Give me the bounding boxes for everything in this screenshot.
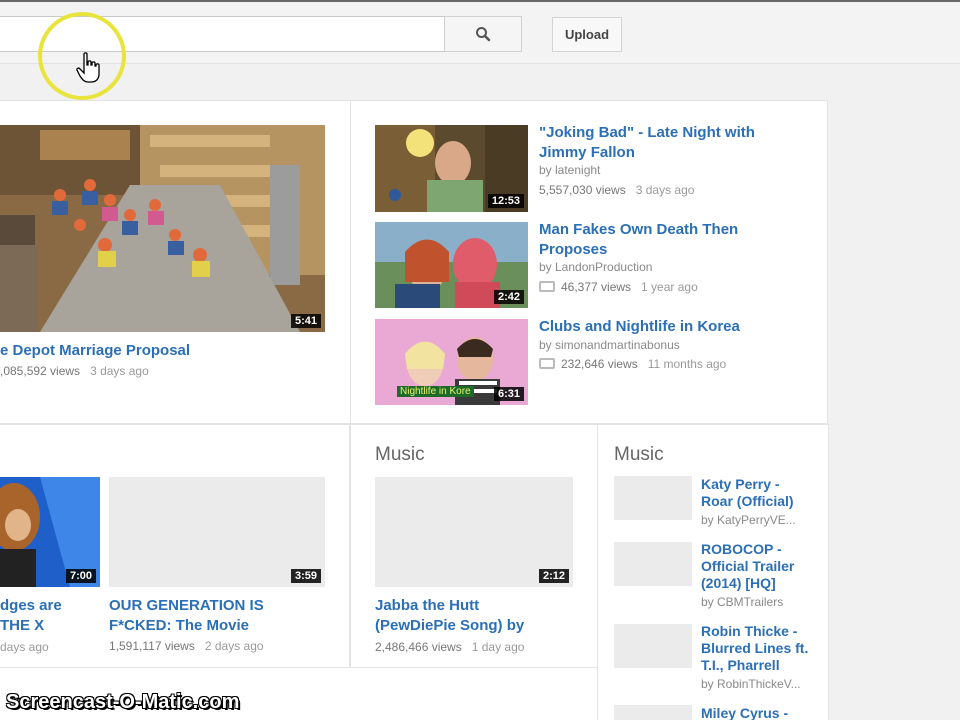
view-count: 1,591,117 views [109,639,195,653]
shelf-thumbnail[interactable]: 3:59 [109,477,325,587]
shelf-thumbnail[interactable]: 7:00 [0,477,100,587]
recommended-divider [350,100,351,424]
search-button[interactable] [444,16,522,52]
upload-age: 3 days ago [635,183,695,197]
upload-age: 1 year ago [641,280,698,294]
recommended-meta: 46,377 views 1 year ago [539,280,698,294]
view-count: 2,486,466 views [375,640,462,654]
title-line: (PewDiePie Song) by [375,617,525,634]
shelf-video-meta: days ago [0,640,49,654]
upload-age: 2 days ago [204,639,264,653]
recommended-title[interactable]: "Joking Bad" - Late Night with Jimmy Fal… [539,123,799,163]
upload-age: 3 days ago [90,364,149,378]
channel-name[interactable]: by CBMTrailers [701,595,783,609]
featured-title[interactable]: e Depot Marriage Proposal [0,341,340,361]
video-overlay-caption: Nightlife in Kore [397,386,474,397]
featured-meta: ,085,592 views 3 days ago [0,364,149,378]
music-video-title[interactable]: Jabba the Hutt (PewDiePie Song) by [375,596,585,636]
view-count: ,085,592 views [0,364,81,378]
recommended-meta: 232,646 views 11 months ago [539,357,726,371]
title-line: F*CKED: The Movie [109,617,250,634]
channel-name[interactable]: by RobinThickeV... [701,677,801,691]
video-duration: 2:12 [538,569,569,583]
title-line: Jabba the Hutt [375,597,480,614]
music-thumbnail[interactable]: 2:12 [375,477,573,587]
recommended-thumbnail[interactable]: 2:42 [375,222,528,308]
view-count: 5,557,030 views [539,183,626,197]
playlist-icon [539,358,555,369]
video-duration: 12:53 [487,194,524,208]
title-line: dges are [0,597,62,614]
recommended-thumbnail[interactable]: Nightlife in Kore 6:31 [375,319,528,405]
upload-button[interactable]: Upload [552,17,622,52]
channel-name[interactable]: by KatyPerryVE... [701,513,796,527]
upload-age: 1 day ago [471,640,525,654]
title-line: THE X [0,617,45,634]
music-list-thumbnail[interactable] [614,624,692,668]
recommended-title[interactable]: Clubs and Nightlife in Korea [539,317,799,337]
upload-age: days ago [0,640,49,654]
music-list-heading[interactable]: Music [614,444,664,466]
music-section-heading[interactable]: Music [375,444,425,466]
title-line: OUR GENERATION IS [109,597,264,614]
featured-thumbnail[interactable]: 5:41 [0,125,325,332]
search-icon [476,27,491,42]
music-list-title[interactable]: Robin Thicke - Blurred Lines ft. T.I., P… [701,623,816,674]
recommended-meta: 5,557,030 views 3 days ago [539,183,694,197]
channel-name[interactable]: by simonandmartinabonus [539,338,680,352]
music-list-thumbnail[interactable] [614,476,692,520]
video-duration: 7:00 [65,569,96,583]
shelf-video-title[interactable]: OUR GENERATION IS F*CKED: The Movie [109,596,325,636]
hand-cursor-icon [76,52,100,83]
music-list-title[interactable]: Katy Perry - Roar (Official) [701,476,811,510]
store-aisle-image [0,125,325,332]
recommended-thumbnail[interactable]: 12:53 [375,125,528,212]
shelf-video-title[interactable]: dges are THE X [0,596,100,636]
screencast-watermark: Screencast-O-Matic.com [6,691,240,713]
playlist-icon [539,281,555,292]
shelf-video-meta: 1,591,117 views 2 days ago [109,639,264,653]
music-list-title[interactable]: ROBOCOP - Official Trailer (2014) [HQ] [701,541,811,592]
music-list-thumbnail[interactable] [614,705,692,720]
music-list-thumbnail[interactable] [614,542,692,586]
video-duration: 3:59 [290,569,321,583]
channel-name[interactable]: by LandonProduction [539,260,652,274]
video-duration: 2:42 [493,290,524,304]
channel-name[interactable]: by latenight [539,163,600,177]
view-count: 232,646 views [561,357,638,371]
view-count: 46,377 views [561,280,632,294]
upload-age: 11 months ago [647,357,727,371]
music-list-title[interactable]: Miley Cyrus - [701,705,811,720]
recommended-title[interactable]: Man Fakes Own Death Then Proposes [539,220,799,260]
video-duration: 6:31 [493,387,524,401]
music-video-meta: 2,486,466 views 1 day ago [375,640,524,654]
video-duration: 5:41 [290,314,321,328]
masthead: Upload [0,0,960,64]
